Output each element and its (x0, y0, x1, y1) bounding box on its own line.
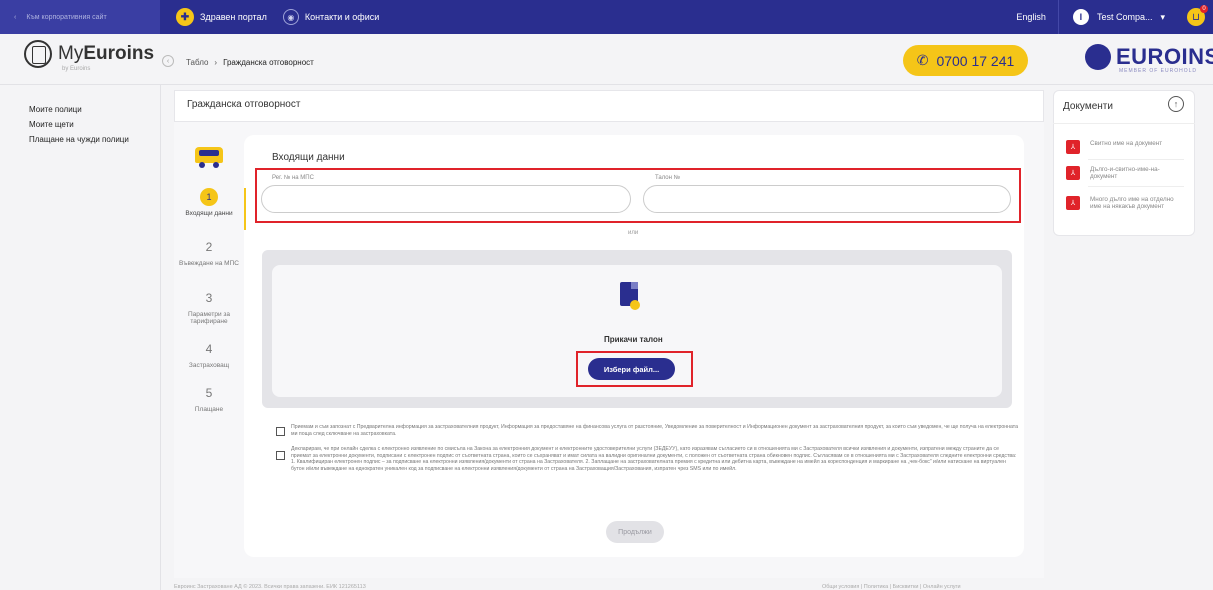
step-5[interactable]: 5 Плащане (174, 384, 244, 413)
document-item[interactable]: ⅄ Свитно име на документ (1066, 140, 1186, 154)
consent-text-1: Приемам и съм запознат с Предварителна и… (291, 424, 1018, 437)
contacts-label: Контакти и офиси (304, 12, 380, 22)
document-name: Свитно име на документ (1090, 140, 1163, 147)
highlight-box-fields (255, 168, 1021, 223)
logo-text: MyEuroins (58, 43, 155, 64)
step-label: Параметри за тарифиране (187, 311, 230, 325)
step-label: Застраховащ (188, 362, 230, 369)
step-number: 3 (205, 291, 213, 305)
step-4[interactable]: 4 Застраховащ (174, 340, 244, 369)
phone-icon: ✆ (916, 52, 929, 68)
breadcrumb-separator: › (214, 58, 218, 67)
breadcrumb: Табло › Гражданска отговорност (186, 58, 314, 67)
top-bar: ‹ Към корпоративния сайт ✚ Здравен порта… (0, 0, 1213, 34)
contacts-link[interactable]: ◉ Контакти и офиси (282, 9, 380, 25)
phone-button[interactable]: ✆ 0700 17 241 (903, 45, 1028, 76)
myeuroins-logo[interactable]: MyEuroins by Euroins (24, 40, 155, 72)
euroins-brand: EUROINS MEMBER OF EUROHOLD (1085, 44, 1213, 74)
document-separator (1088, 186, 1184, 187)
breadcrumb-home[interactable]: Табло (186, 58, 208, 67)
step-number: 2 (205, 240, 213, 254)
chevron-down-icon: ▾ (1160, 11, 1165, 22)
health-icon: ✚ (176, 8, 194, 26)
location-pin-icon: ◉ (282, 9, 299, 25)
corporate-site-link[interactable]: ‹ Към корпоративния сайт (0, 0, 160, 34)
pdf-icon: ⅄ (1066, 196, 1080, 210)
or-label: или (628, 230, 639, 236)
documents-divider (1053, 123, 1195, 124)
step-1[interactable]: 1 Входящи данни (174, 188, 244, 217)
brand-name: EUROINS (1116, 44, 1213, 69)
continue-button[interactable]: Продължи (606, 521, 664, 543)
document-name: Много дълго име на отделно име на някакъ… (1090, 196, 1174, 210)
logo-subtitle: by Euroins (62, 66, 91, 72)
step-3[interactable]: 3 Параметри за тарифиране (174, 289, 244, 325)
bus-icon (193, 143, 227, 171)
active-step-indicator (244, 188, 246, 230)
pdf-icon: ⅄ (1066, 166, 1080, 180)
sidebar-item-my-policies[interactable]: Моите полици (29, 106, 129, 114)
documents-title: Документи (1063, 101, 1113, 112)
attach-talon-label: Прикачи талон (604, 335, 663, 344)
sidebar-divider (160, 84, 161, 590)
document-item[interactable]: ⅄ Дълго-и-свитно-име-на-документ (1066, 166, 1186, 180)
step-label: Плащане (194, 406, 224, 413)
document-upload-icon (620, 282, 640, 310)
language-switch[interactable]: English (1004, 0, 1058, 34)
breadcrumb-current: Гражданска отговорност (223, 58, 314, 67)
pdf-icon: ⅄ (1066, 140, 1080, 154)
health-portal-link[interactable]: ✚ Здравен портал (176, 8, 267, 26)
page-title: Гражданска отговорност (174, 90, 1044, 122)
user-menu[interactable]: I Test Compa... ▾ (1057, 0, 1179, 34)
step-2[interactable]: 2 Въвеждане на МПС (174, 238, 244, 267)
health-portal-label: Здравен портал (200, 12, 267, 22)
collapse-sidebar-button[interactable]: ‹ (162, 55, 174, 67)
step-number: 4 (205, 342, 213, 356)
cart-badge: 0 (1200, 5, 1208, 13)
consent-text-2: Декларирам, че при онлайн сделка с елект… (291, 446, 1017, 472)
document-name: Дълго-и-свитно-име-на-документ (1090, 166, 1160, 180)
sidebar-item-pay-others[interactable]: Плащане на чужди полици (29, 136, 129, 144)
phone-number: 0700 17 241 (936, 52, 1015, 69)
consent-checkbox-1[interactable] (276, 427, 285, 436)
upload-document-button[interactable]: ↑ (1168, 96, 1184, 112)
step-label: Въвеждане на МПС (179, 260, 239, 267)
brand-subtitle: MEMBER OF EUROHOLD (1119, 68, 1198, 74)
document-item[interactable]: ⅄ Много дълго име на отделно име на няка… (1066, 196, 1186, 210)
corporate-site-label: Към корпоративния сайт (26, 13, 107, 21)
euroins-logo-icon (1085, 44, 1111, 70)
header-divider (0, 84, 1213, 85)
highlight-box-button (576, 351, 693, 387)
user-avatar: I (1072, 9, 1089, 25)
step-number: 1 (200, 188, 218, 206)
footer-links[interactable]: Общи условия | Политика | Бисквитки | Он… (822, 584, 961, 590)
step-number: 5 (205, 386, 213, 400)
user-name: Test Compa... (1096, 12, 1153, 22)
sidebar-item-my-claims[interactable]: Моите щети (29, 121, 129, 129)
section-title: Входящи данни (272, 152, 345, 163)
sidebar-nav: Моите полици Моите щети Плащане на чужди… (29, 106, 129, 151)
consent-checkbox-2[interactable] (276, 451, 285, 460)
footer-copyright: Евроинс Застраховане АД © 2023. Всички п… (174, 584, 366, 590)
cart-button[interactable]: ⊔ 0 (1179, 0, 1213, 34)
step-label: Входящи данни (185, 210, 233, 217)
arrow-left-icon: ‹ (14, 13, 17, 21)
logo-icon (24, 40, 52, 68)
document-separator (1088, 159, 1184, 160)
